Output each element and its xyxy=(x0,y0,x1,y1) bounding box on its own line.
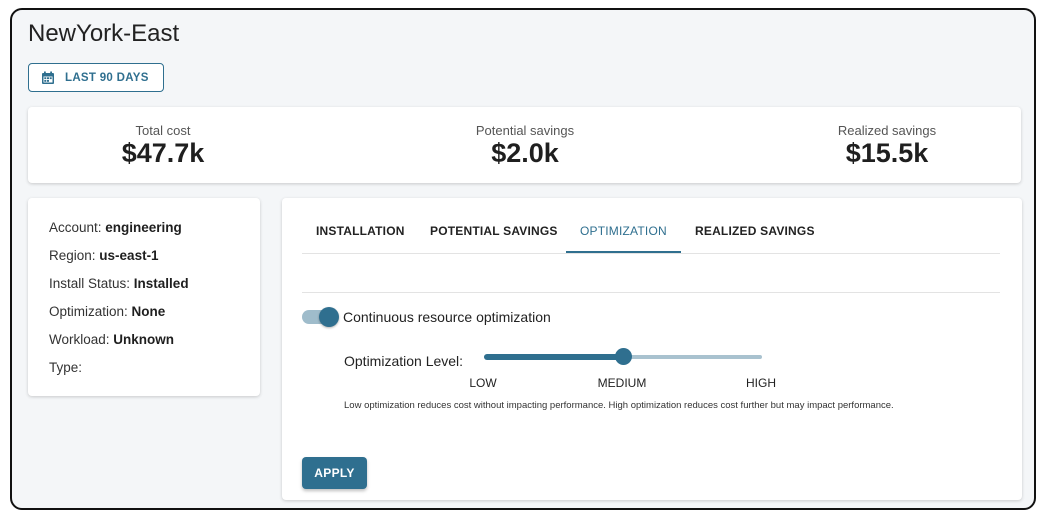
info-account: Account: engineering xyxy=(49,220,182,235)
stat-total-cost: Total cost $47.7k xyxy=(78,123,248,169)
toggle-knob xyxy=(319,307,339,327)
tab-installation[interactable]: INSTALLATION xyxy=(302,198,419,253)
toggle-label: Continuous resource optimization xyxy=(343,309,551,325)
date-range-label: LAST 90 DAYS xyxy=(65,71,149,84)
info-workload-value: Unknown xyxy=(113,332,175,347)
stat-label: Potential savings xyxy=(475,123,575,138)
info-optimization-value: None xyxy=(131,304,166,319)
calendar-icon xyxy=(42,71,54,84)
slider-mark-medium: MEDIUM xyxy=(597,376,647,390)
info-account-value: engineering xyxy=(105,220,182,235)
info-install-status: Install Status: Installed xyxy=(49,276,189,291)
info-region-value: us-east-1 xyxy=(99,248,159,263)
stat-label: Realized savings xyxy=(837,123,937,138)
info-optimization: Optimization: None xyxy=(49,304,166,319)
optimization-level-slider[interactable] xyxy=(484,348,762,365)
stat-potential-savings: Potential savings $2.0k xyxy=(440,123,610,169)
slider-mark-low: LOW xyxy=(469,376,497,390)
tab-optimization[interactable]: OPTIMIZATION xyxy=(566,198,681,253)
tab-potential-savings[interactable]: POTENTIAL SAVINGS xyxy=(416,198,572,253)
tab-realized-savings[interactable]: REALIZED SAVINGS xyxy=(681,198,829,253)
section-divider xyxy=(302,292,1000,293)
continuous-optimization-toggle[interactable] xyxy=(302,307,339,327)
stat-label: Total cost xyxy=(135,123,191,138)
info-install-status-value: Installed xyxy=(133,276,189,291)
stat-value: $47.7k xyxy=(121,138,205,168)
optimization-panel: INSTALLATION POTENTIAL SAVINGS OPTIMIZAT… xyxy=(282,198,1022,500)
slider-track xyxy=(484,354,623,360)
details-card: Account: engineering Region: us-east-1 I… xyxy=(28,198,260,396)
optimization-help-text: Low optimization reduces cost without im… xyxy=(344,400,894,411)
stat-value: $15.5k xyxy=(845,138,929,168)
info-workload: Workload: Unknown xyxy=(49,332,175,347)
info-region: Region: us-east-1 xyxy=(49,248,159,263)
page-title: NewYork-East xyxy=(28,20,180,47)
apply-button[interactable]: APPLY xyxy=(302,457,367,489)
stat-value: $2.0k xyxy=(491,138,559,168)
app-window: NewYork-East LAST 90 DAYS Total cost $47… xyxy=(10,8,1036,510)
date-range-button[interactable]: LAST 90 DAYS xyxy=(28,63,164,92)
tab-bar: INSTALLATION POTENTIAL SAVINGS OPTIMIZAT… xyxy=(302,198,1000,254)
stats-card: Total cost $47.7k Potential savings $2.0… xyxy=(28,107,1021,183)
slider-thumb[interactable] xyxy=(615,348,632,365)
optimization-level-label: Optimization Level: xyxy=(344,353,464,369)
stat-realized-savings: Realized savings $15.5k xyxy=(802,123,972,169)
info-type: Type: xyxy=(49,360,83,375)
slider-mark-high: HIGH xyxy=(746,376,776,390)
